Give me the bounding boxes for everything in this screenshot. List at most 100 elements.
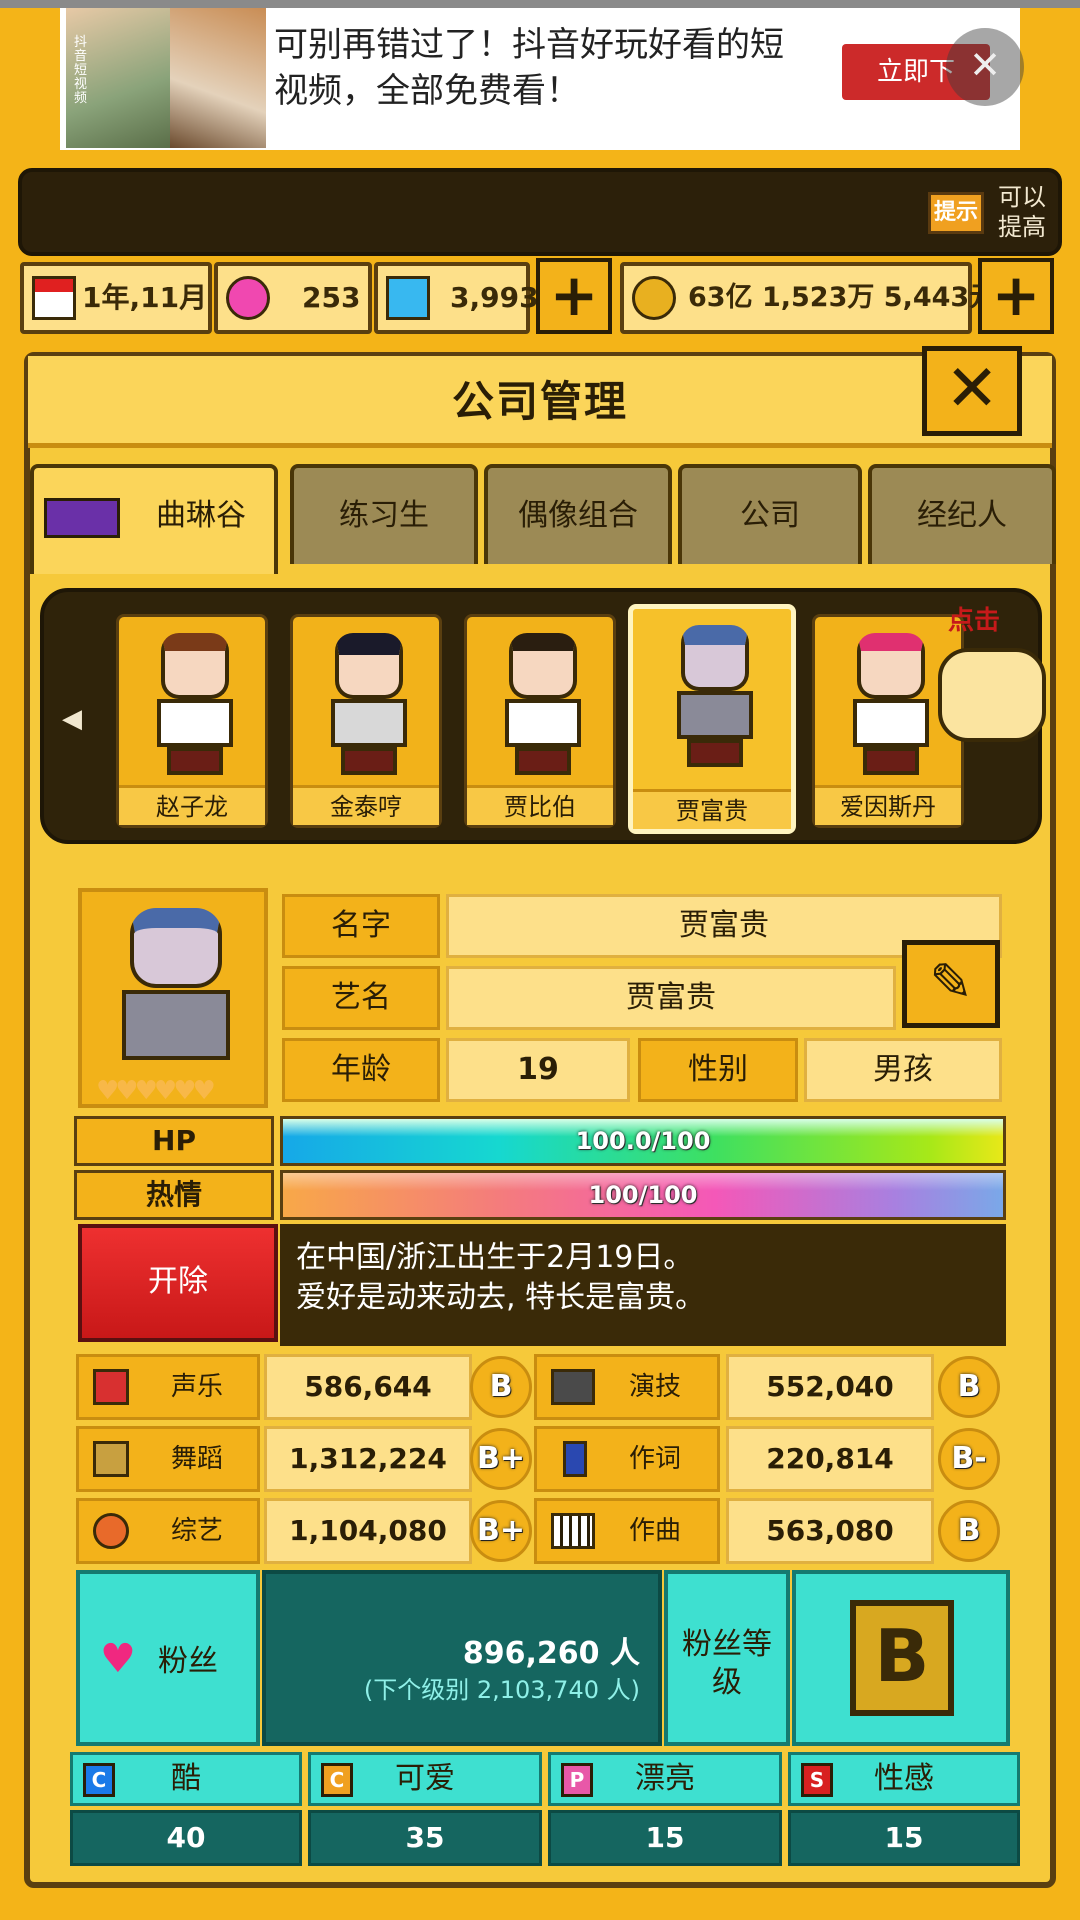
portrait-body: [122, 990, 230, 1060]
bio-line: 爱好是动来动去, 特长是富贵。: [296, 1280, 706, 1315]
character-sprite: [841, 627, 941, 777]
ad-close-icon[interactable]: ✕: [946, 28, 1024, 106]
stat-value: 586,644: [264, 1354, 472, 1420]
attr-label: 可爱: [395, 1761, 455, 1796]
piano-icon: [551, 1513, 595, 1549]
sprite-body: [157, 699, 233, 747]
stat-grade: B+: [470, 1500, 532, 1562]
hp-bar: 100.0/100: [280, 1116, 1006, 1166]
stat-label: 演技: [629, 1372, 682, 1402]
fans-label: 粉丝: [158, 1644, 218, 1679]
add-gems-button[interactable]: +: [536, 258, 612, 334]
stat-variety: 综艺: [76, 1498, 260, 1564]
attr-cool: C 酷: [70, 1752, 302, 1806]
ad-text[interactable]: 可别再错过了！抖音好玩好看的短视频，全部免费看！: [274, 22, 794, 114]
coin-icon: [632, 276, 676, 320]
gender-label: 性别: [638, 1038, 798, 1102]
fans-next-level: (下个级别 2,103,740 人): [363, 1676, 640, 1704]
status-strip: [0, 0, 1080, 8]
character-name: 赵子龙: [119, 785, 265, 825]
fan-level-grade: B: [850, 1600, 954, 1716]
tab-label: 偶像组合: [518, 498, 638, 533]
heart-icon: ♥: [100, 1636, 136, 1682]
edit-name-button[interactable]: ✎: [902, 940, 1000, 1028]
blue-gem-icon: [386, 276, 430, 320]
date-value: 1年,11月: [82, 281, 208, 314]
sprite-body: [677, 691, 753, 739]
stat-grade: B: [470, 1356, 532, 1418]
attr-value: 15: [548, 1810, 782, 1866]
date-display: 1年,11月: [20, 262, 212, 334]
camera-icon: [551, 1369, 595, 1405]
fire-button[interactable]: 开除: [78, 1224, 278, 1342]
fans-count-box: 896,260 人 (下个级别 2,103,740 人): [262, 1570, 662, 1746]
sprite-head: [161, 633, 229, 699]
sprite-body: [331, 699, 407, 747]
stat-value: 220,814: [726, 1426, 934, 1492]
character-card[interactable]: 贾比伯: [464, 614, 616, 828]
bio-text: 在中国/浙江出生于2月19日。 爱好是动来动去, 特长是富贵。: [280, 1224, 1006, 1346]
mask-icon: [93, 1513, 129, 1549]
stage-name-value: 贾富贵: [446, 966, 896, 1030]
scroll-left-icon[interactable]: ◀: [62, 704, 82, 734]
age-value: 19: [446, 1038, 630, 1102]
gender-value: 男孩: [804, 1038, 1002, 1102]
close-button[interactable]: ✕: [922, 346, 1022, 436]
stat-value: 1,104,080: [264, 1498, 472, 1564]
hint-strip: 提示 可以提高: [18, 168, 1062, 256]
hint-badge[interactable]: 提示: [928, 192, 984, 234]
attr-badge: S: [801, 1763, 833, 1797]
character-card[interactable]: 赵子龙: [116, 614, 268, 828]
sprite-head: [857, 633, 925, 699]
group-icon: [44, 498, 120, 538]
attr-label: 酷: [171, 1761, 201, 1796]
ad-banner[interactable]: 抖音短视频 可别再错过了！抖音好玩好看的短视频，全部免费看！ 立即下 ✕: [0, 0, 1080, 158]
stat-lyrics: 作词: [534, 1426, 720, 1492]
stat-value: 552,040: [726, 1354, 934, 1420]
sprite-legs: [341, 747, 397, 775]
pig-mascot-icon[interactable]: [938, 648, 1046, 742]
attr-label: 性感: [874, 1761, 934, 1796]
fan-level-label: 粉丝等级: [664, 1570, 790, 1746]
tab-idol-group[interactable]: 偶像组合: [484, 464, 672, 564]
stat-label: 舞蹈: [171, 1444, 224, 1474]
character-name: 金泰哼: [293, 785, 439, 825]
add-money-button[interactable]: +: [978, 258, 1054, 334]
attr-badge: C: [321, 1763, 353, 1797]
attr-value: 35: [308, 1810, 542, 1866]
tab-label: 练习生: [339, 498, 429, 533]
fans-label-box: ♥ 粉丝: [76, 1570, 260, 1746]
ad-thumbnail-2: [170, 8, 266, 148]
tab-group-member[interactable]: 曲琳谷: [30, 464, 278, 574]
fans-count: 896,260 人: [462, 1636, 640, 1671]
character-sprite: [493, 627, 593, 777]
hint-text: 可以提高: [998, 183, 1046, 241]
character-card-selected[interactable]: 贾富贵: [628, 604, 796, 834]
blue-gem-value: 3,993: [450, 281, 539, 314]
stat-grade: B: [938, 1356, 1000, 1418]
attr-pretty: P 漂亮: [548, 1752, 782, 1806]
stat-label: 作词: [629, 1444, 682, 1474]
pen-icon: [563, 1441, 587, 1477]
ad-thumb-label: 抖音短视频: [74, 35, 88, 106]
character-sprite: [319, 627, 419, 777]
tab-manager[interactable]: 经纪人: [868, 464, 1056, 564]
tab-trainee[interactable]: 练习生: [290, 464, 478, 564]
sprite-legs: [687, 739, 743, 767]
stat-grade: B-: [938, 1428, 1000, 1490]
attr-label: 漂亮: [635, 1761, 695, 1796]
character-card[interactable]: 金泰哼: [290, 614, 442, 828]
stat-value: 563,080: [726, 1498, 934, 1564]
character-sprite: [145, 627, 245, 777]
microphone-icon: [93, 1369, 129, 1405]
character-portrait: ♥♥♥♥♥♥: [78, 888, 268, 1108]
stage-name-label: 艺名: [282, 966, 440, 1030]
portrait-head: [130, 908, 222, 988]
attr-cute: C 可爱: [308, 1752, 542, 1806]
attr-badge: C: [83, 1763, 115, 1797]
pink-gem-display: 253: [214, 262, 372, 334]
stat-acting: 演技: [534, 1354, 720, 1420]
stat-value: 1,312,224: [264, 1426, 472, 1492]
tab-company[interactable]: 公司: [678, 464, 862, 564]
character-name: 爱因斯丹: [815, 785, 961, 825]
